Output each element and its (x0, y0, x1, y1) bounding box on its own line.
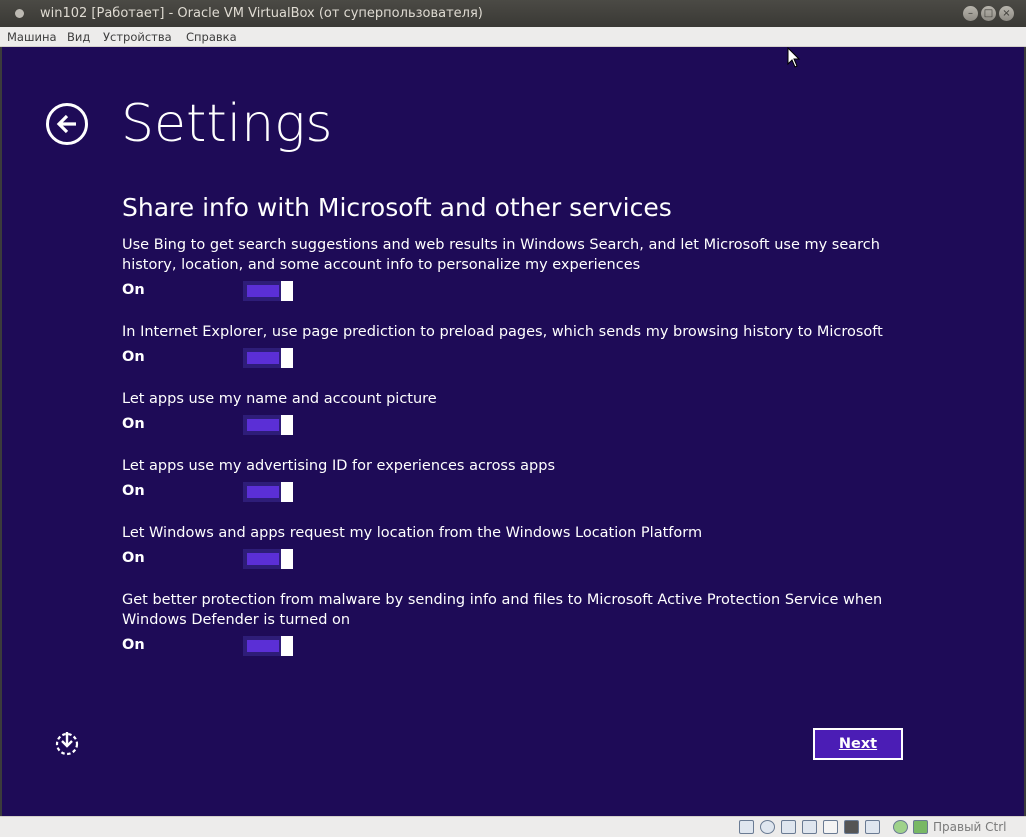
guest-screen[interactable]: Settings Share info with Microsoft and o… (2, 47, 1024, 816)
setting-name-picture-toggle[interactable] (243, 415, 293, 435)
menu-bar: Машина Вид Устройства Справка (0, 27, 1026, 47)
window-menu-icon[interactable] (15, 9, 24, 18)
minimize-button[interactable]: – (963, 6, 978, 21)
maximize-button[interactable]: □ (981, 6, 996, 21)
setting-location-state: On (122, 550, 145, 566)
setting-active-protection-state: On (122, 637, 145, 653)
close-button[interactable]: × (999, 6, 1014, 21)
setting-advertising-id-state: On (122, 483, 145, 499)
setting-ie-prediction-text: In Internet Explorer, use page predictio… (122, 324, 883, 340)
setting-advertising-id-text: Let apps use my advertising ID for exper… (122, 458, 556, 474)
mouse-cursor-icon (787, 47, 801, 68)
display-icon[interactable] (823, 820, 838, 834)
page-title: Settings (121, 94, 333, 154)
ease-of-access-icon[interactable] (52, 729, 82, 759)
setting-active-protection-toggle[interactable] (243, 636, 293, 656)
setting-ie-prediction-toggle[interactable] (243, 348, 293, 368)
setting-location-text: Let Windows and apps request my location… (122, 525, 703, 541)
host-key-label: Правый Ctrl (933, 820, 1007, 834)
status-bar: Правый Ctrl (0, 816, 1026, 837)
setting-active-protection-text: Get better protection from malware by se… (122, 592, 883, 628)
shared-folders-icon[interactable] (802, 820, 817, 834)
setting-name-picture-state: On (122, 416, 145, 432)
vrde-icon[interactable] (865, 820, 880, 834)
menu-devices[interactable]: Устройства (103, 30, 172, 44)
mouse-integration-icon[interactable] (913, 820, 928, 834)
setting-bing-state: On (122, 282, 145, 298)
hdd-icon[interactable] (739, 820, 754, 834)
setting-bing-toggle[interactable] (243, 281, 293, 301)
setting-ie-prediction-state: On (122, 349, 145, 365)
video-capture-icon[interactable] (844, 820, 859, 834)
network-icon[interactable] (893, 820, 908, 834)
usb-icon[interactable] (781, 820, 796, 834)
next-button[interactable]: Next (813, 728, 903, 760)
setting-advertising-id-toggle[interactable] (243, 482, 293, 502)
back-arrow-icon (56, 114, 76, 134)
window-title: win102 [Работает] - Oracle VM VirtualBox… (40, 6, 483, 21)
back-button[interactable] (46, 103, 88, 145)
setting-name-picture-text: Let apps use my name and account picture (122, 391, 437, 407)
menu-machine[interactable]: Машина (7, 30, 57, 44)
window-titlebar[interactable]: win102 [Работает] - Oracle VM VirtualBox… (0, 0, 1026, 27)
setting-bing-text: Use Bing to get search suggestions and w… (122, 237, 880, 273)
menu-view[interactable]: Вид (67, 30, 90, 44)
setting-location-toggle[interactable] (243, 549, 293, 569)
optical-disc-icon[interactable] (760, 820, 775, 834)
menu-help[interactable]: Справка (186, 30, 237, 44)
section-title: Share info with Microsoft and other serv… (122, 193, 672, 222)
